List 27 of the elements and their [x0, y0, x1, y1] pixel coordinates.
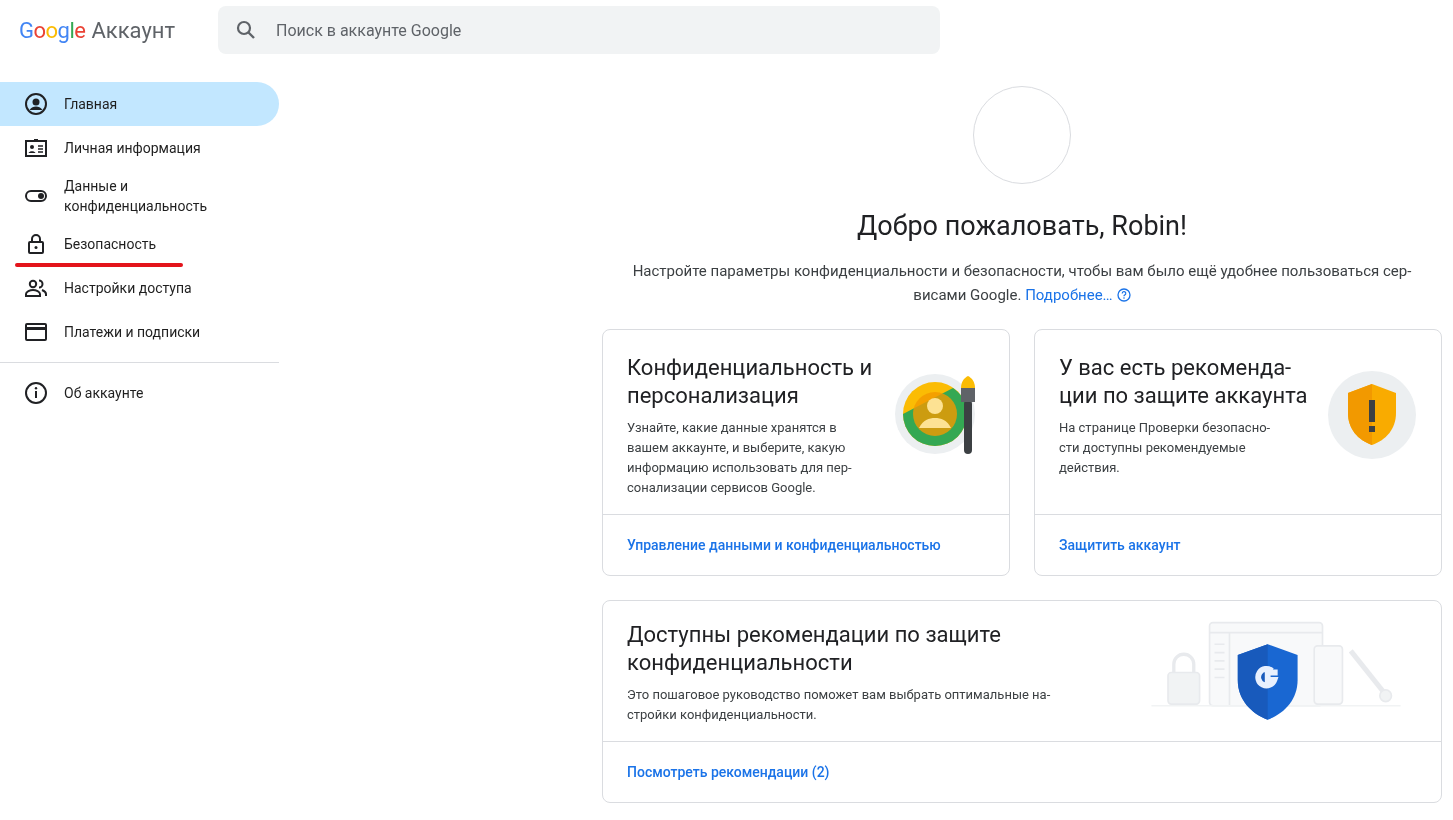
- card-link[interactable]: Посмотреть рекомендации (2): [627, 763, 830, 780]
- card-title: Конфиденциальность и персонализация: [627, 353, 873, 410]
- google-logo[interactable]: Google: [19, 13, 86, 47]
- search-field[interactable]: Поиск в аккаунте Google: [218, 6, 940, 54]
- sidebar-item[interactable]: Платежи и подписки: [0, 310, 279, 354]
- sidebar-item[interactable]: Об аккаунте: [0, 371, 279, 415]
- id-card-icon: [24, 136, 48, 160]
- sidebar-item[interactable]: Главная: [0, 82, 279, 126]
- welcome-title: Добро пожаловать, Robin!: [857, 209, 1187, 244]
- card-link[interactable]: Управление данными и конфиденциальностью: [627, 536, 941, 553]
- card-title: У вас есть рекоменда- ции по защите аккаунта: [1059, 353, 1308, 410]
- card-title: Доступны рекомендации по защите конфиденциальности: [627, 620, 1002, 677]
- learn-more-link[interactable]: Подробнее…: [1025, 285, 1113, 304]
- card-description: Это пошаговое руководство поможет вам выбрать оптимальные на- стройки конфиденциальности.: [627, 685, 1051, 724]
- sidebar-item[interactable]: Настройки доступа: [0, 266, 279, 310]
- info-icon: [24, 381, 48, 405]
- card-description: На странице Проверки безопасно- сти доступны рекомендуемые действия.: [1059, 418, 1272, 477]
- product-name: Аккаунт: [91, 16, 176, 45]
- welcome-description: Настройте параметры конфиденциальности и безопасности, чтобы вам было ещё удобнее пользоваться сер- висами Google. Подробнее…: [632, 260, 1412, 306]
- sidebar-item[interactable]: Данные и конфиденциальность: [0, 170, 279, 222]
- sidebar-item[interactable]: Безопасность: [0, 222, 279, 266]
- help-icon[interactable]: [1116, 287, 1131, 302]
- credit-card-icon: [24, 320, 48, 344]
- card-description: Узнайте, какие данные хранятся в вашем аккаунте, и выберите, какую информацию использовать для пер- сонализации сервисов Google.: [627, 418, 853, 497]
- account-circle-icon: [24, 92, 48, 116]
- sidebar-item[interactable]: Личная информация: [0, 126, 279, 170]
- card-link[interactable]: Защитить аккаунт: [1059, 536, 1181, 553]
